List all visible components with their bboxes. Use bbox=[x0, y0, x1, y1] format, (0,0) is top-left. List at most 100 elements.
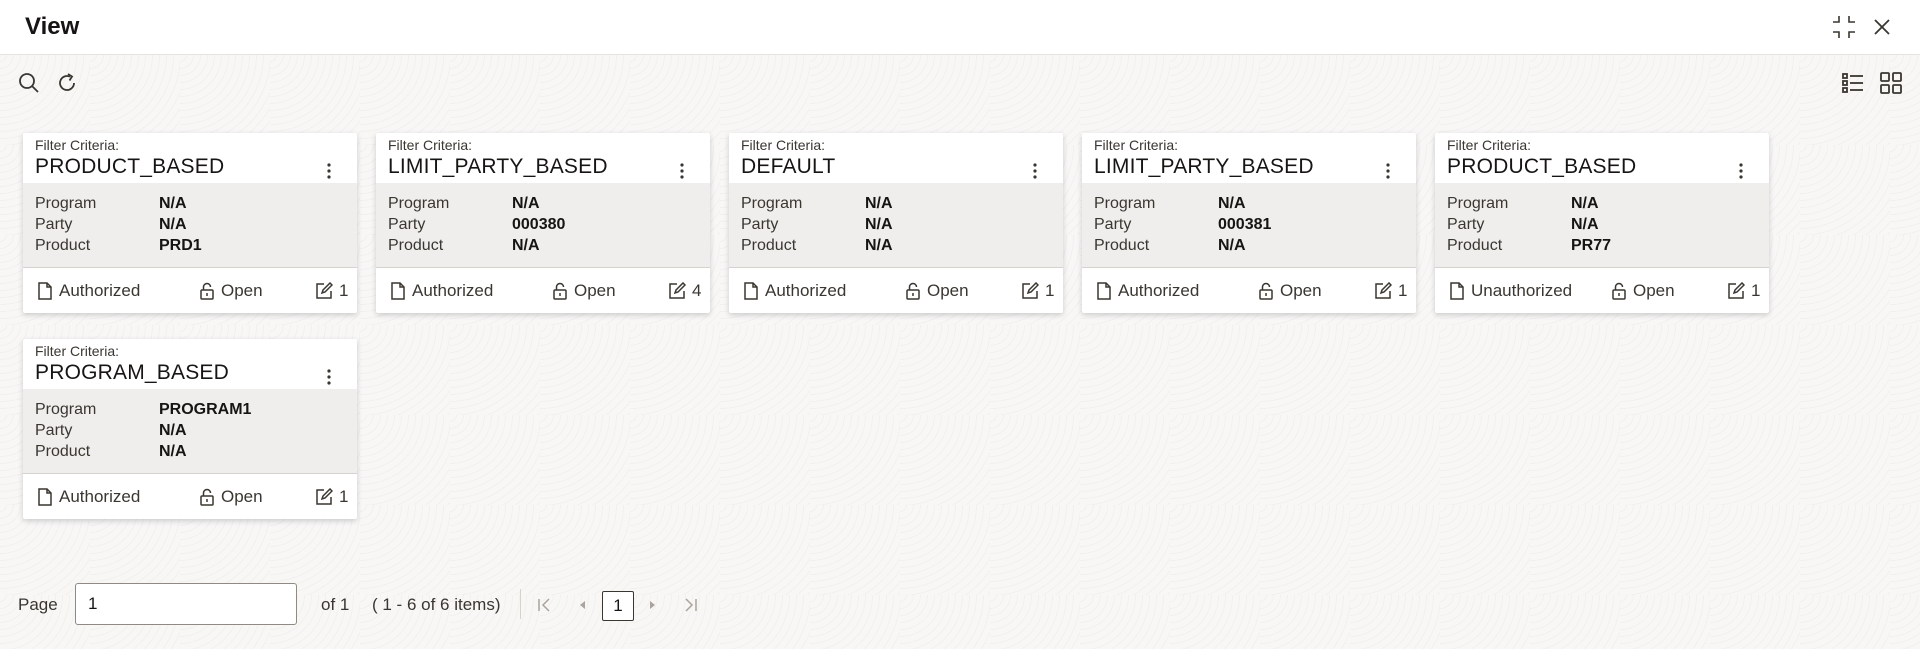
card-footer: Authorized Open 1 bbox=[23, 268, 357, 313]
document-status-icon bbox=[744, 282, 758, 300]
detail-label: Party bbox=[1094, 216, 1132, 233]
criteria-card[interactable]: Filter Criteria: LIMIT_PARTY_BASED Progr… bbox=[376, 133, 710, 313]
status-text: Authorized bbox=[412, 281, 494, 300]
more-options-icon[interactable] bbox=[323, 161, 335, 181]
more-options-icon[interactable] bbox=[1382, 161, 1394, 181]
unlock-icon bbox=[906, 282, 920, 300]
detail-label: Program bbox=[35, 195, 97, 212]
detail-label: Party bbox=[1447, 216, 1485, 233]
page-title: View bbox=[25, 13, 80, 40]
card-details: Program N/A Party N/A Product N/A bbox=[729, 183, 1063, 268]
card-details: Program N/A Party 000380 Product N/A bbox=[376, 183, 710, 268]
criteria-card[interactable]: Filter Criteria: PROGRAM_BASED Program P… bbox=[23, 339, 357, 519]
detail-value: N/A bbox=[512, 195, 540, 212]
item-range: ( 1 - 6 of 6 items) bbox=[372, 595, 501, 614]
detail-label: Product bbox=[1447, 237, 1503, 254]
detail-value: N/A bbox=[1571, 216, 1599, 233]
document-status-icon bbox=[38, 282, 52, 300]
unlock-icon bbox=[1612, 282, 1626, 300]
current-page-button[interactable]: 1 bbox=[602, 591, 634, 621]
status-text: Authorized bbox=[59, 487, 141, 506]
version-count: 1 bbox=[315, 486, 348, 508]
card-footer: Authorized Open 1 bbox=[23, 474, 357, 519]
filter-criteria-value: DEFAULT bbox=[741, 155, 836, 178]
unlock-icon bbox=[200, 282, 214, 300]
list-view-icon[interactable] bbox=[1840, 70, 1866, 96]
card-header: Filter Criteria: PROGRAM_BASED bbox=[23, 339, 357, 389]
authorization-status: Unauthorized bbox=[1449, 280, 1572, 302]
criteria-card[interactable]: Filter Criteria: PRODUCT_BASED Program N… bbox=[23, 133, 357, 313]
filter-criteria-value: LIMIT_PARTY_BASED bbox=[1094, 155, 1314, 178]
grid-view-icon[interactable] bbox=[1878, 70, 1904, 96]
lock-text: Open bbox=[927, 281, 969, 300]
first-page-icon[interactable] bbox=[534, 593, 556, 617]
page-total: of 1 bbox=[321, 595, 350, 614]
lock-text: Open bbox=[1280, 281, 1322, 300]
dialog-header: View bbox=[0, 0, 1920, 55]
lock-status: Open bbox=[199, 486, 263, 508]
version-count: 4 bbox=[668, 280, 701, 302]
last-page-icon[interactable] bbox=[679, 593, 701, 617]
criteria-card[interactable]: Filter Criteria: LIMIT_PARTY_BASED Progr… bbox=[1082, 133, 1416, 313]
lock-status: Open bbox=[1611, 280, 1675, 302]
search-icon[interactable] bbox=[16, 70, 42, 96]
authorization-status: Authorized bbox=[390, 280, 493, 302]
edit-icon bbox=[316, 282, 333, 299]
version-count: 1 bbox=[315, 280, 348, 302]
page-input[interactable] bbox=[75, 583, 297, 625]
card-details: Program N/A Party N/A Product PRD1 bbox=[23, 183, 357, 268]
detail-value: N/A bbox=[159, 422, 187, 439]
more-options-icon[interactable] bbox=[1029, 161, 1041, 181]
detail-label: Party bbox=[741, 216, 779, 233]
refresh-icon[interactable] bbox=[54, 70, 80, 96]
more-options-icon[interactable] bbox=[1735, 161, 1747, 181]
detail-label: Program bbox=[1447, 195, 1509, 212]
page-label: Page bbox=[18, 595, 58, 614]
document-status-icon bbox=[38, 488, 52, 506]
document-status-icon bbox=[1450, 282, 1464, 300]
authorization-status: Authorized bbox=[37, 280, 140, 302]
lock-text: Open bbox=[574, 281, 616, 300]
filter-criteria-label: Filter Criteria: bbox=[1447, 137, 1532, 153]
card-header: Filter Criteria: PRODUCT_BASED bbox=[1435, 133, 1769, 183]
collapse-icon[interactable] bbox=[1830, 13, 1858, 41]
detail-value: N/A bbox=[1571, 195, 1599, 212]
card-details: Program N/A Party N/A Product PR77 bbox=[1435, 183, 1769, 268]
card-footer: Authorized Open 4 bbox=[376, 268, 710, 313]
detail-value: N/A bbox=[865, 216, 893, 233]
filter-criteria-label: Filter Criteria: bbox=[388, 137, 473, 153]
filter-criteria-label: Filter Criteria: bbox=[741, 137, 826, 153]
unlock-icon bbox=[553, 282, 567, 300]
detail-value: N/A bbox=[1218, 195, 1246, 212]
detail-value: N/A bbox=[865, 195, 893, 212]
previous-page-icon[interactable] bbox=[572, 593, 594, 617]
edit-icon bbox=[1375, 282, 1392, 299]
filter-criteria-value: LIMIT_PARTY_BASED bbox=[388, 155, 608, 178]
card-footer: Authorized Open 1 bbox=[729, 268, 1063, 313]
authorization-status: Authorized bbox=[37, 486, 140, 508]
detail-value: PROGRAM1 bbox=[159, 401, 252, 418]
next-page-icon[interactable] bbox=[641, 593, 663, 617]
status-text: Authorized bbox=[59, 281, 141, 300]
version-text: 1 bbox=[339, 281, 349, 300]
detail-value: N/A bbox=[159, 195, 187, 212]
document-status-icon bbox=[1097, 282, 1111, 300]
close-icon[interactable] bbox=[1868, 13, 1896, 41]
status-text: Authorized bbox=[1118, 281, 1200, 300]
criteria-card[interactable]: Filter Criteria: DEFAULT Program N/A Par… bbox=[729, 133, 1063, 313]
card-header: Filter Criteria: LIMIT_PARTY_BASED bbox=[376, 133, 710, 183]
filter-criteria-value: PRODUCT_BASED bbox=[35, 155, 225, 178]
unlock-icon bbox=[200, 488, 214, 506]
more-options-icon[interactable] bbox=[323, 367, 335, 387]
edit-icon bbox=[669, 282, 686, 299]
edit-icon bbox=[316, 488, 333, 505]
status-text: Unauthorized bbox=[1471, 281, 1573, 300]
lock-status: Open bbox=[199, 280, 263, 302]
criteria-card[interactable]: Filter Criteria: PRODUCT_BASED Program N… bbox=[1435, 133, 1769, 313]
detail-label: Product bbox=[35, 443, 91, 460]
card-details: Program N/A Party 000381 Product N/A bbox=[1082, 183, 1416, 268]
detail-value: N/A bbox=[512, 237, 540, 254]
more-options-icon[interactable] bbox=[676, 161, 688, 181]
version-text: 1 bbox=[1751, 281, 1761, 300]
lock-text: Open bbox=[1633, 281, 1675, 300]
